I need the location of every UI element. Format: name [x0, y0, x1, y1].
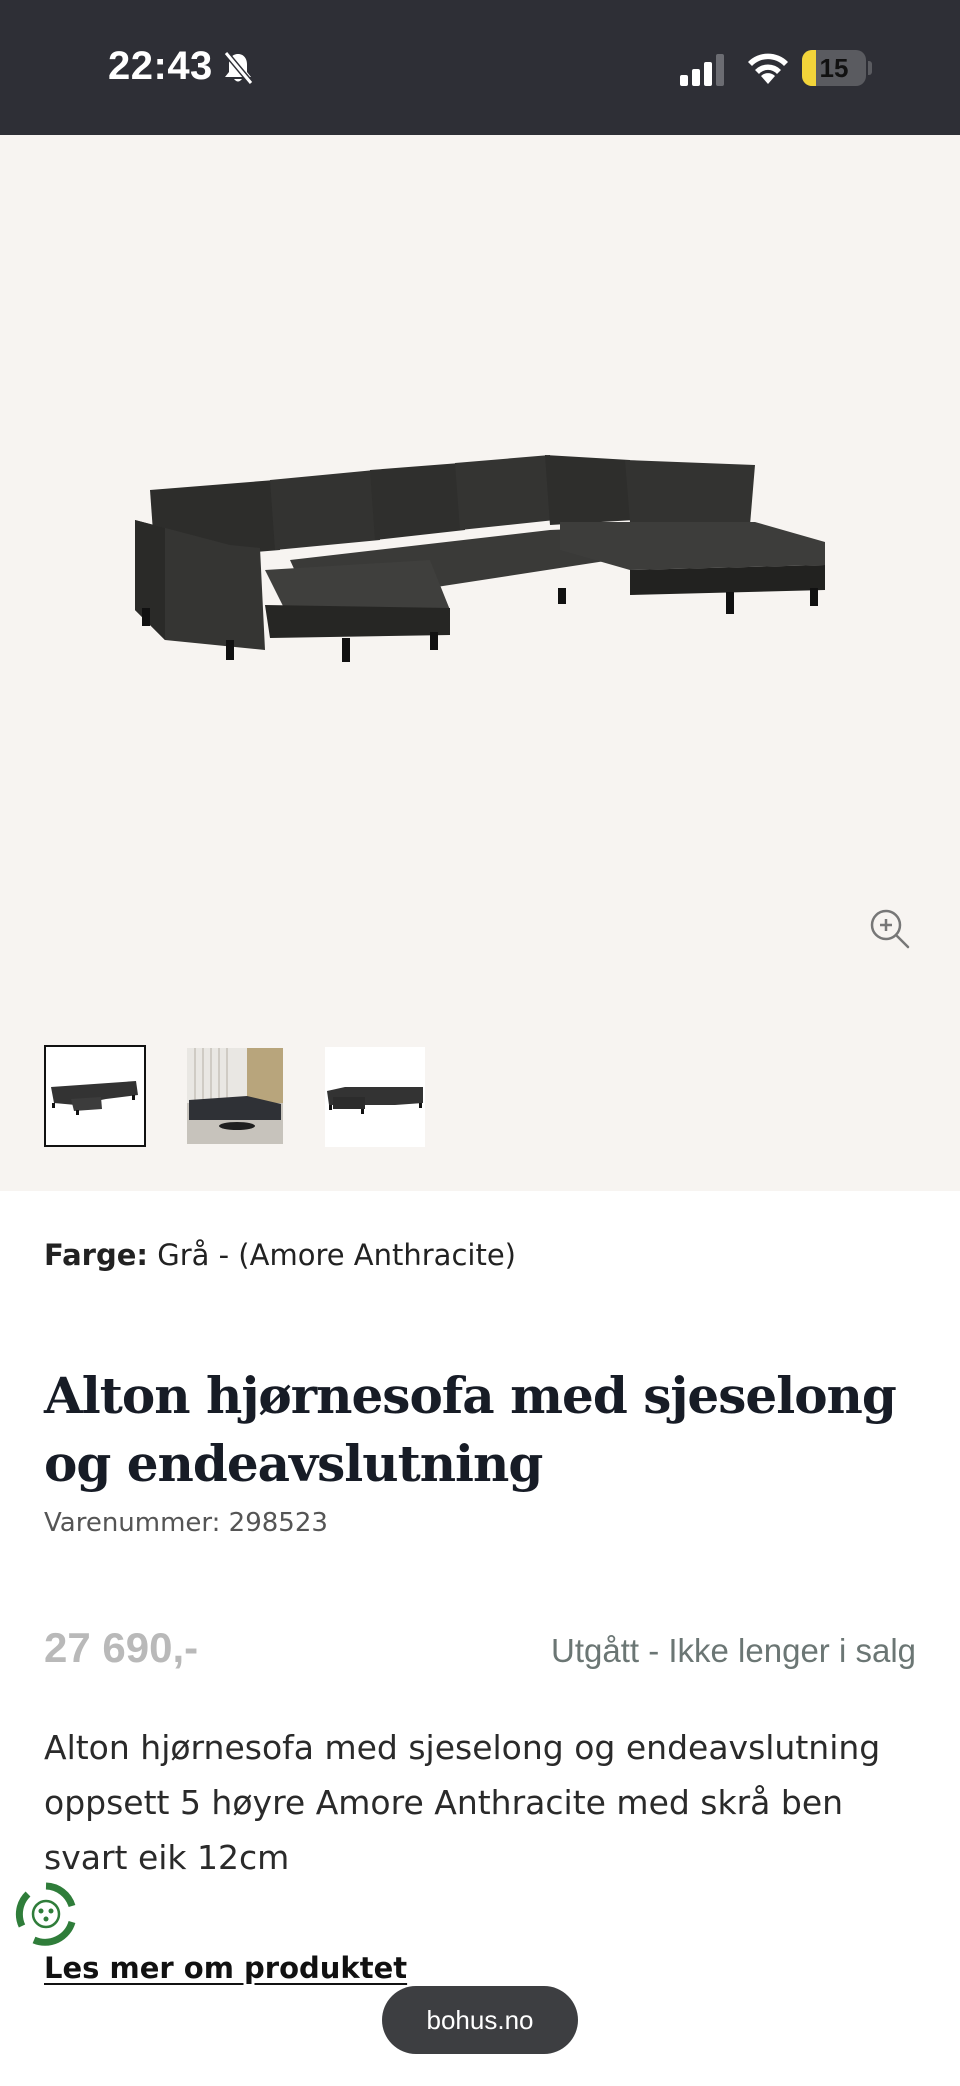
living-room-thumbnail-image	[187, 1048, 283, 1144]
product-gallery[interactable]	[0, 135, 960, 1191]
battery-icon: 15	[802, 50, 872, 86]
price: 27 690,-	[44, 1624, 199, 1671]
read-more-link[interactable]: Les mer om produktet	[44, 1951, 407, 1985]
browser-url-pill[interactable]: bohus.no	[382, 1986, 578, 2054]
thumbnail-living-room[interactable]	[187, 1048, 283, 1144]
sofa-image[interactable]	[130, 410, 830, 670]
cellular-signal-icon	[680, 54, 724, 86]
availability-status: Utgått - Ikke lenger i salg	[551, 1632, 916, 1669]
zoom-in-icon[interactable]	[868, 907, 912, 951]
battery-level: 15	[819, 53, 849, 83]
thumbnail-sofa[interactable]	[44, 1045, 146, 1147]
sofa-alt-thumbnail-image	[327, 1087, 423, 1114]
status-time: 22:43	[108, 44, 213, 88]
status-bar: 22:43 15	[0, 0, 960, 135]
sofa-thumbnail-image	[51, 1081, 138, 1115]
wifi-icon	[748, 53, 788, 84]
eco-recycle-icon[interactable]	[14, 1882, 78, 1946]
color-value: Grå - (Amore Anthracite)	[157, 1238, 516, 1272]
color-selection: Farge: Grå - (Amore Anthracite)	[44, 1238, 516, 1272]
product-description: Alton hjørnesofa med sjeselong og endeav…	[44, 1728, 881, 1870]
thumbnail-sofa-alt[interactable]	[325, 1047, 425, 1147]
bell-slash-icon	[223, 51, 254, 85]
color-label: Farge:	[44, 1238, 149, 1272]
product-title: Alton hjørnesofa med sjeselong og endeav…	[44, 1366, 897, 1493]
sku-number: Varenummer: 298523	[44, 1508, 328, 1538]
